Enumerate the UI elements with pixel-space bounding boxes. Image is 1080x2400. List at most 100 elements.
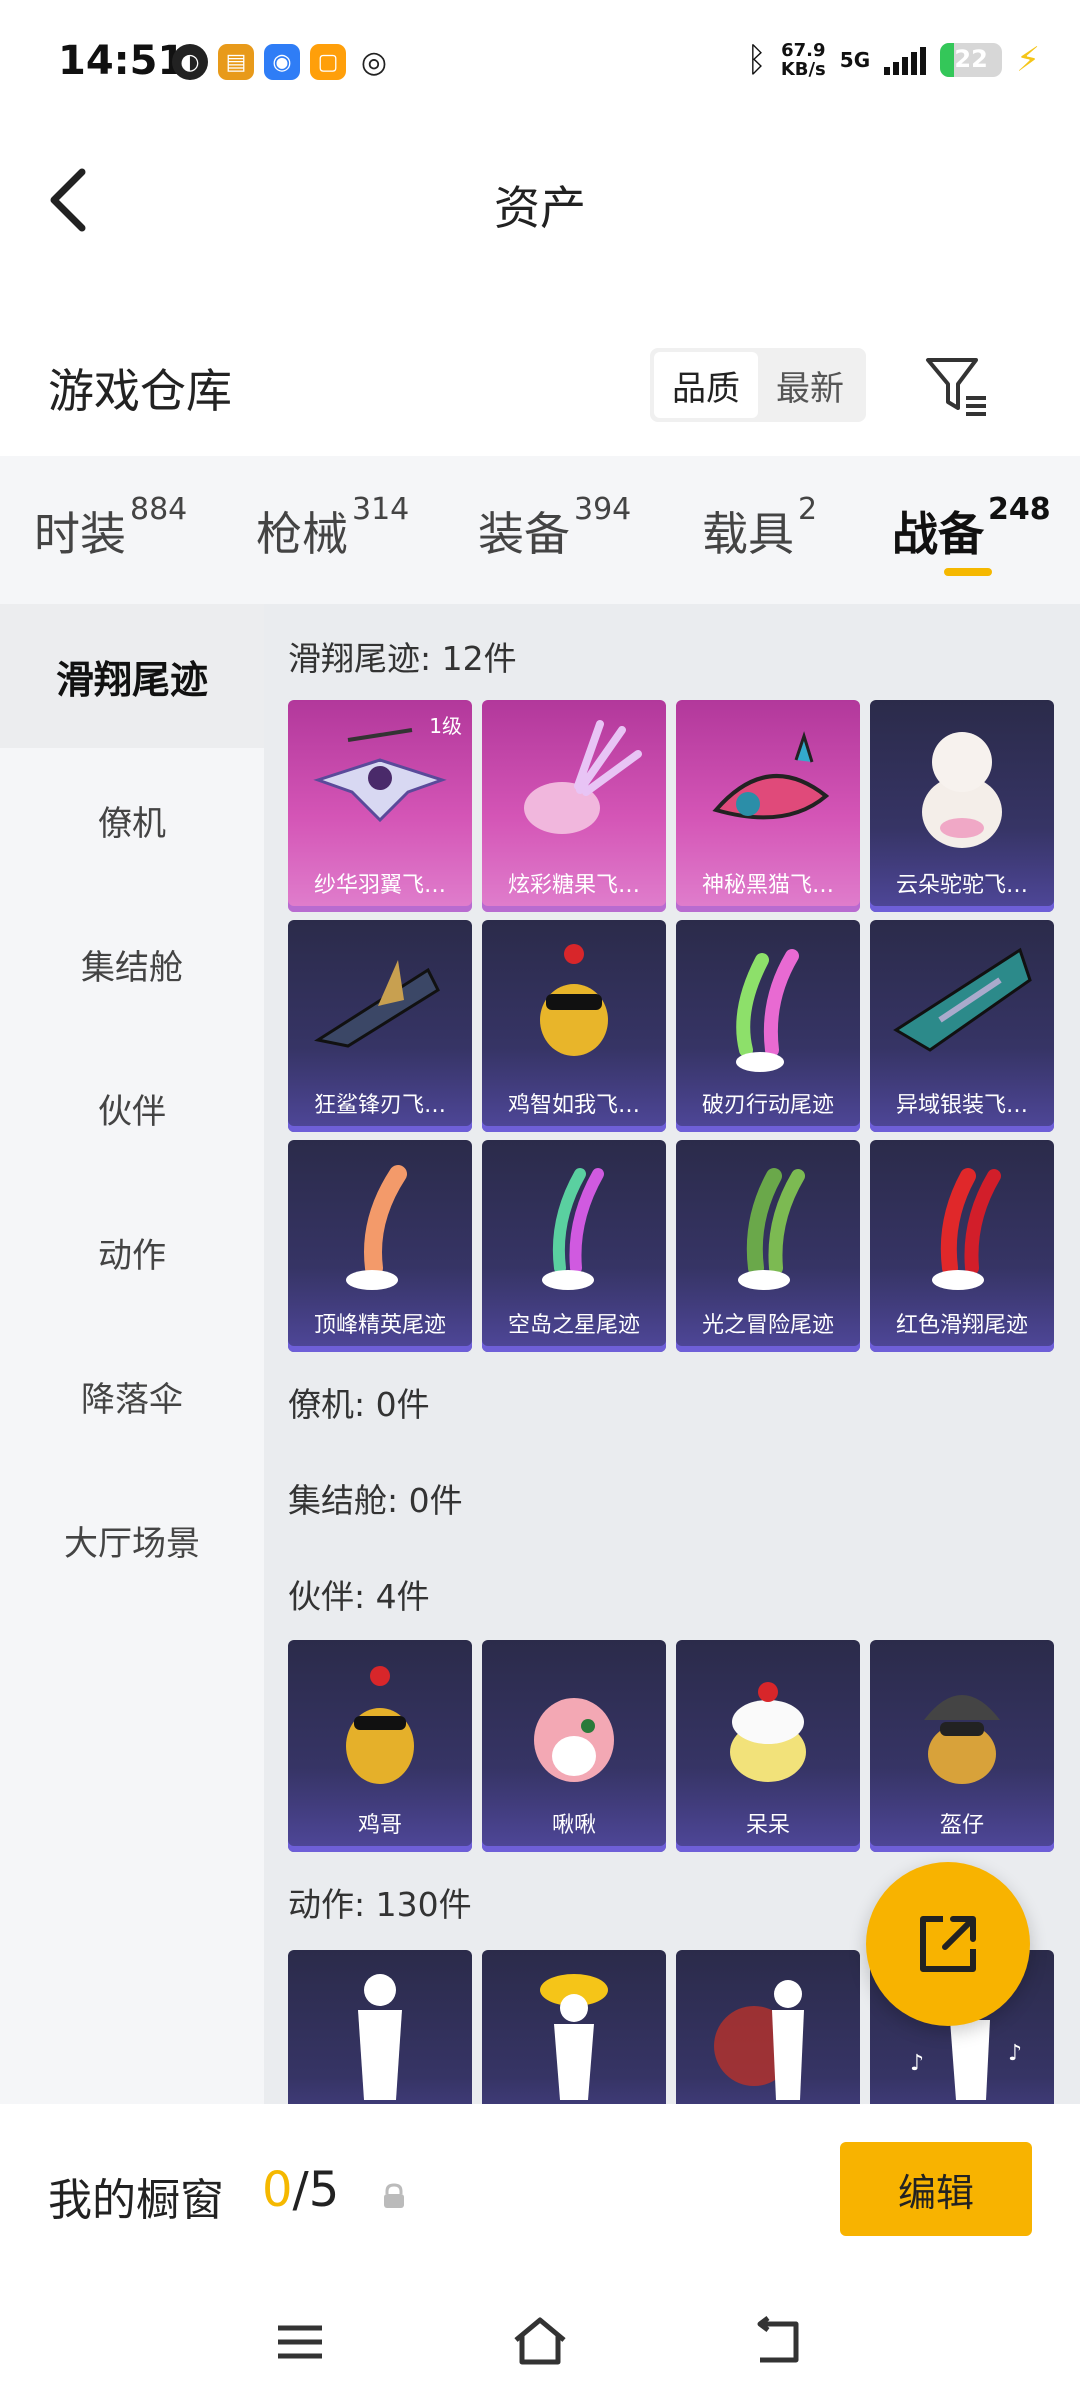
candy-glider-art bbox=[524, 720, 642, 834]
share-button[interactable] bbox=[866, 1862, 1030, 2026]
orange-app-icon: ▢ bbox=[310, 44, 346, 80]
warehouse-title: 游戏仓库 bbox=[48, 364, 232, 418]
section-title-emote: 动作: 130件 bbox=[288, 1885, 472, 1924]
sidebar-item-emote[interactable]: 动作 bbox=[0, 1180, 264, 1324]
showcase-count: 0/5 bbox=[262, 2162, 340, 2218]
sidebar-item-partner[interactable]: 伙伴 bbox=[0, 1036, 264, 1180]
smoke-trail-art bbox=[932, 1168, 1001, 1290]
app-header: 资产 bbox=[0, 130, 1080, 270]
item-card[interactable]: 光之冒险尾迹 bbox=[676, 1140, 860, 1352]
tab-guns[interactable]: 枪械 314 bbox=[256, 492, 409, 564]
subcategory-sidebar: 滑翔尾迹 僚机 集结舱 伙伴 动作 降落伞 大厅场景 bbox=[0, 604, 264, 2104]
tab-tactical[interactable]: 战备 248 bbox=[892, 492, 1051, 564]
menu-icon[interactable] bbox=[270, 2314, 330, 2370]
alpaca-glider-art bbox=[922, 732, 1002, 848]
charging-icon: ⚡ bbox=[1016, 40, 1040, 80]
item-name: 神秘黑猫飞… bbox=[701, 873, 834, 898]
home-icon[interactable] bbox=[510, 2314, 570, 2370]
item-card[interactable]: 啾啾 bbox=[482, 1640, 666, 1852]
smoke-trail-art bbox=[736, 949, 799, 1072]
section-title-partner: 伙伴: 4件 bbox=[288, 1577, 430, 1616]
tab-equipment[interactable]: 装备 394 bbox=[478, 492, 631, 564]
item-name: 红色滑翔尾迹 bbox=[895, 1313, 1028, 1338]
item-card[interactable] bbox=[482, 1950, 666, 2104]
status-time: 14:51 bbox=[58, 38, 186, 84]
share-icon bbox=[920, 1916, 976, 1972]
item-name: 鸡哥 bbox=[357, 1813, 402, 1838]
filter-icon[interactable] bbox=[922, 352, 992, 422]
lock-icon bbox=[384, 2183, 404, 2208]
chicken-glider-art bbox=[540, 944, 608, 1056]
item-card[interactable]: 云朵驼驼飞… bbox=[870, 700, 1054, 912]
section-title-rally-pod: 集结舱: 0件 bbox=[288, 1481, 463, 1520]
item-card[interactable]: 狂鲨锋刃飞… bbox=[288, 920, 472, 1132]
item-level: 1级 bbox=[429, 714, 462, 738]
smoke-trail-art bbox=[542, 1168, 604, 1290]
back-nav-icon[interactable] bbox=[750, 2314, 810, 2370]
item-card[interactable]: 神秘黑猫飞… bbox=[676, 700, 860, 912]
item-card[interactable]: 炫彩糖果飞… bbox=[482, 700, 666, 912]
item-name: 光之冒险尾迹 bbox=[701, 1313, 834, 1338]
signal-icon bbox=[884, 45, 927, 75]
emote-figure-art bbox=[714, 1980, 804, 2100]
item-card[interactable]: 红色滑翔尾迹 bbox=[870, 1140, 1054, 1352]
sort-toggle: 品质 最新 bbox=[650, 348, 866, 422]
tab-fashion[interactable]: 时装 884 bbox=[34, 492, 187, 564]
sort-quality-button[interactable]: 品质 bbox=[654, 352, 758, 418]
item-name: 顶峰精英尾迹 bbox=[313, 1313, 446, 1338]
item-card[interactable]: 鸡哥 bbox=[288, 1640, 472, 1852]
battery-icon: 22 bbox=[940, 43, 1003, 77]
notification-icons: ◐ ▤ ◉ ▢ ◎ bbox=[172, 44, 392, 80]
item-card[interactable]: 破刃行动尾迹 bbox=[676, 920, 860, 1132]
black-cat-glider-art bbox=[712, 731, 830, 820]
bird-partner-art bbox=[534, 1698, 614, 1782]
item-name: 啾啾 bbox=[551, 1813, 596, 1838]
wireless-app-icon: ◉ bbox=[264, 44, 300, 80]
sidebar-item-lobby-scene[interactable]: 大厅场景 bbox=[0, 1468, 264, 1612]
item-card[interactable]: 呆呆 bbox=[676, 1640, 860, 1852]
network-type: 5G bbox=[839, 48, 871, 72]
sidebar-item-parachute[interactable]: 降落伞 bbox=[0, 1324, 264, 1468]
item-card[interactable]: 空岛之星尾迹 bbox=[482, 1140, 666, 1352]
svg-text:♪: ♪ bbox=[1008, 2041, 1022, 2066]
sort-newest-button[interactable]: 最新 bbox=[758, 352, 862, 418]
item-name: 呆呆 bbox=[745, 1813, 790, 1838]
sidebar-item-wingman[interactable]: 僚机 bbox=[0, 748, 264, 892]
netease-icon: ◎ bbox=[356, 44, 392, 80]
chicken-partner-art bbox=[346, 1666, 414, 1784]
emote-figure-art bbox=[358, 1974, 402, 2100]
item-card[interactable]: 鸡智如我飞… bbox=[482, 920, 666, 1132]
game-promo-icon: ▤ bbox=[218, 44, 254, 80]
net-speed: 67.9 KB/s bbox=[780, 40, 826, 80]
svg-text:♪: ♪ bbox=[910, 2051, 924, 2076]
item-name: 炫彩糖果飞… bbox=[507, 873, 640, 898]
item-card[interactable]: 异域银装飞… bbox=[870, 920, 1054, 1132]
item-name: 异域银装飞… bbox=[895, 1093, 1028, 1118]
status-bar: 14:51 ◐ ▤ ◉ ▢ ◎ ᛒ 67.9 KB/s 5G 22 ⚡ bbox=[0, 0, 1080, 130]
exotic-glider-art bbox=[893, 947, 1032, 1052]
item-card[interactable]: 盔仔 bbox=[870, 1640, 1054, 1852]
tab-vehicles[interactable]: 载具 2 bbox=[702, 492, 817, 564]
item-card[interactable]: 顶峰精英尾迹 bbox=[288, 1140, 472, 1352]
item-name: 空岛之星尾迹 bbox=[507, 1313, 640, 1338]
system-nav-bar bbox=[0, 2284, 1080, 2394]
game-app-icon: ◐ bbox=[172, 44, 208, 80]
item-name: 破刃行动尾迹 bbox=[701, 1093, 834, 1118]
bluetooth-icon: ᛒ bbox=[746, 40, 767, 80]
helmet-chicken-partner-art bbox=[924, 1695, 1000, 1784]
showcase-label: 我的橱窗 bbox=[48, 2175, 224, 2226]
item-name: 狂鲨锋刃飞… bbox=[313, 1093, 446, 1118]
section-title-glide-trail: 滑翔尾迹: 12件 bbox=[288, 639, 517, 678]
item-card[interactable]: 1级 纱华羽翼飞… bbox=[288, 700, 472, 912]
smoke-trail-art bbox=[738, 1168, 805, 1290]
sidebar-item-rally-pod[interactable]: 集结舱 bbox=[0, 892, 264, 1036]
chick-partner-art bbox=[730, 1682, 806, 1782]
sidebar-item-glide-trail[interactable]: 滑翔尾迹 bbox=[0, 604, 264, 748]
page-title: 资产 bbox=[494, 181, 586, 235]
item-name: 盔仔 bbox=[939, 1813, 984, 1838]
item-card[interactable] bbox=[288, 1950, 472, 2104]
item-name: 纱华羽翼飞… bbox=[313, 873, 446, 898]
item-card[interactable] bbox=[676, 1950, 860, 2104]
edit-button[interactable]: 编辑 bbox=[840, 2142, 1032, 2236]
showcase-bar: 我的橱窗 0/5 编辑 bbox=[0, 2104, 1080, 2400]
